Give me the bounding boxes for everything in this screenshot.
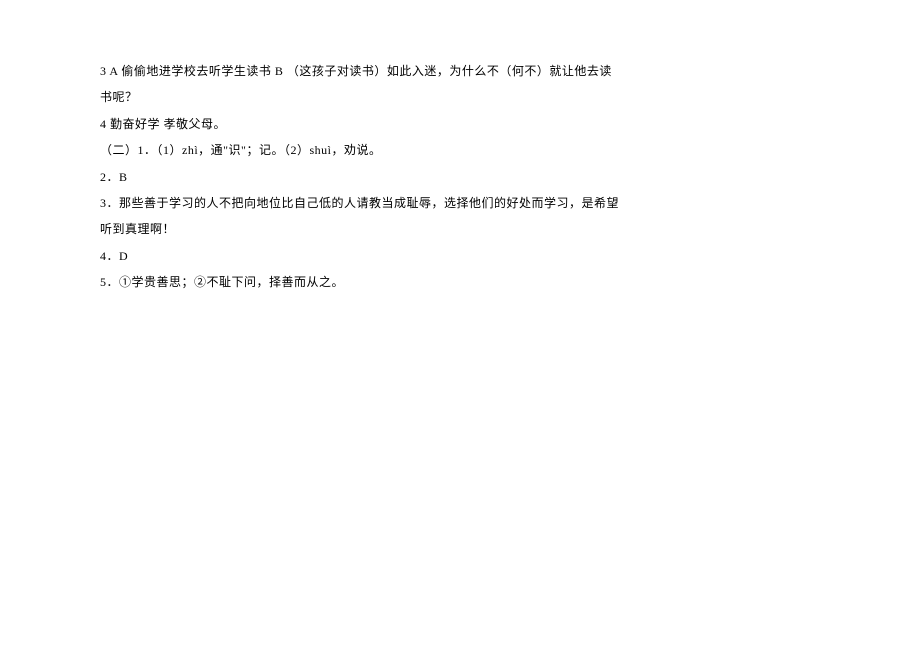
text-line: 5．①学贵善思；②不耻下问，择善而从之。 [100,269,620,295]
text-line: （二）1．（1）zhì，通"识"；记。（2）shuì，劝说。 [100,137,620,163]
document-content: 3 A 偷偷地进学校去听学生读书 B （这孩子对读书）如此入迷，为什么不（何不）… [100,58,620,296]
text-line: 3．那些善于学习的人不把向地位比自己低的人请教当成耻辱，选择他们的好处而学习，是… [100,190,620,216]
text-line: 4．D [100,243,620,269]
text-line: 4 勤奋好学 孝敬父母。 [100,111,620,137]
text-line: 书呢？ [100,84,620,110]
text-line: 2．B [100,164,620,190]
text-line: 3 A 偷偷地进学校去听学生读书 B （这孩子对读书）如此入迷，为什么不（何不）… [100,58,620,84]
text-line: 听到真理啊！ [100,216,620,242]
